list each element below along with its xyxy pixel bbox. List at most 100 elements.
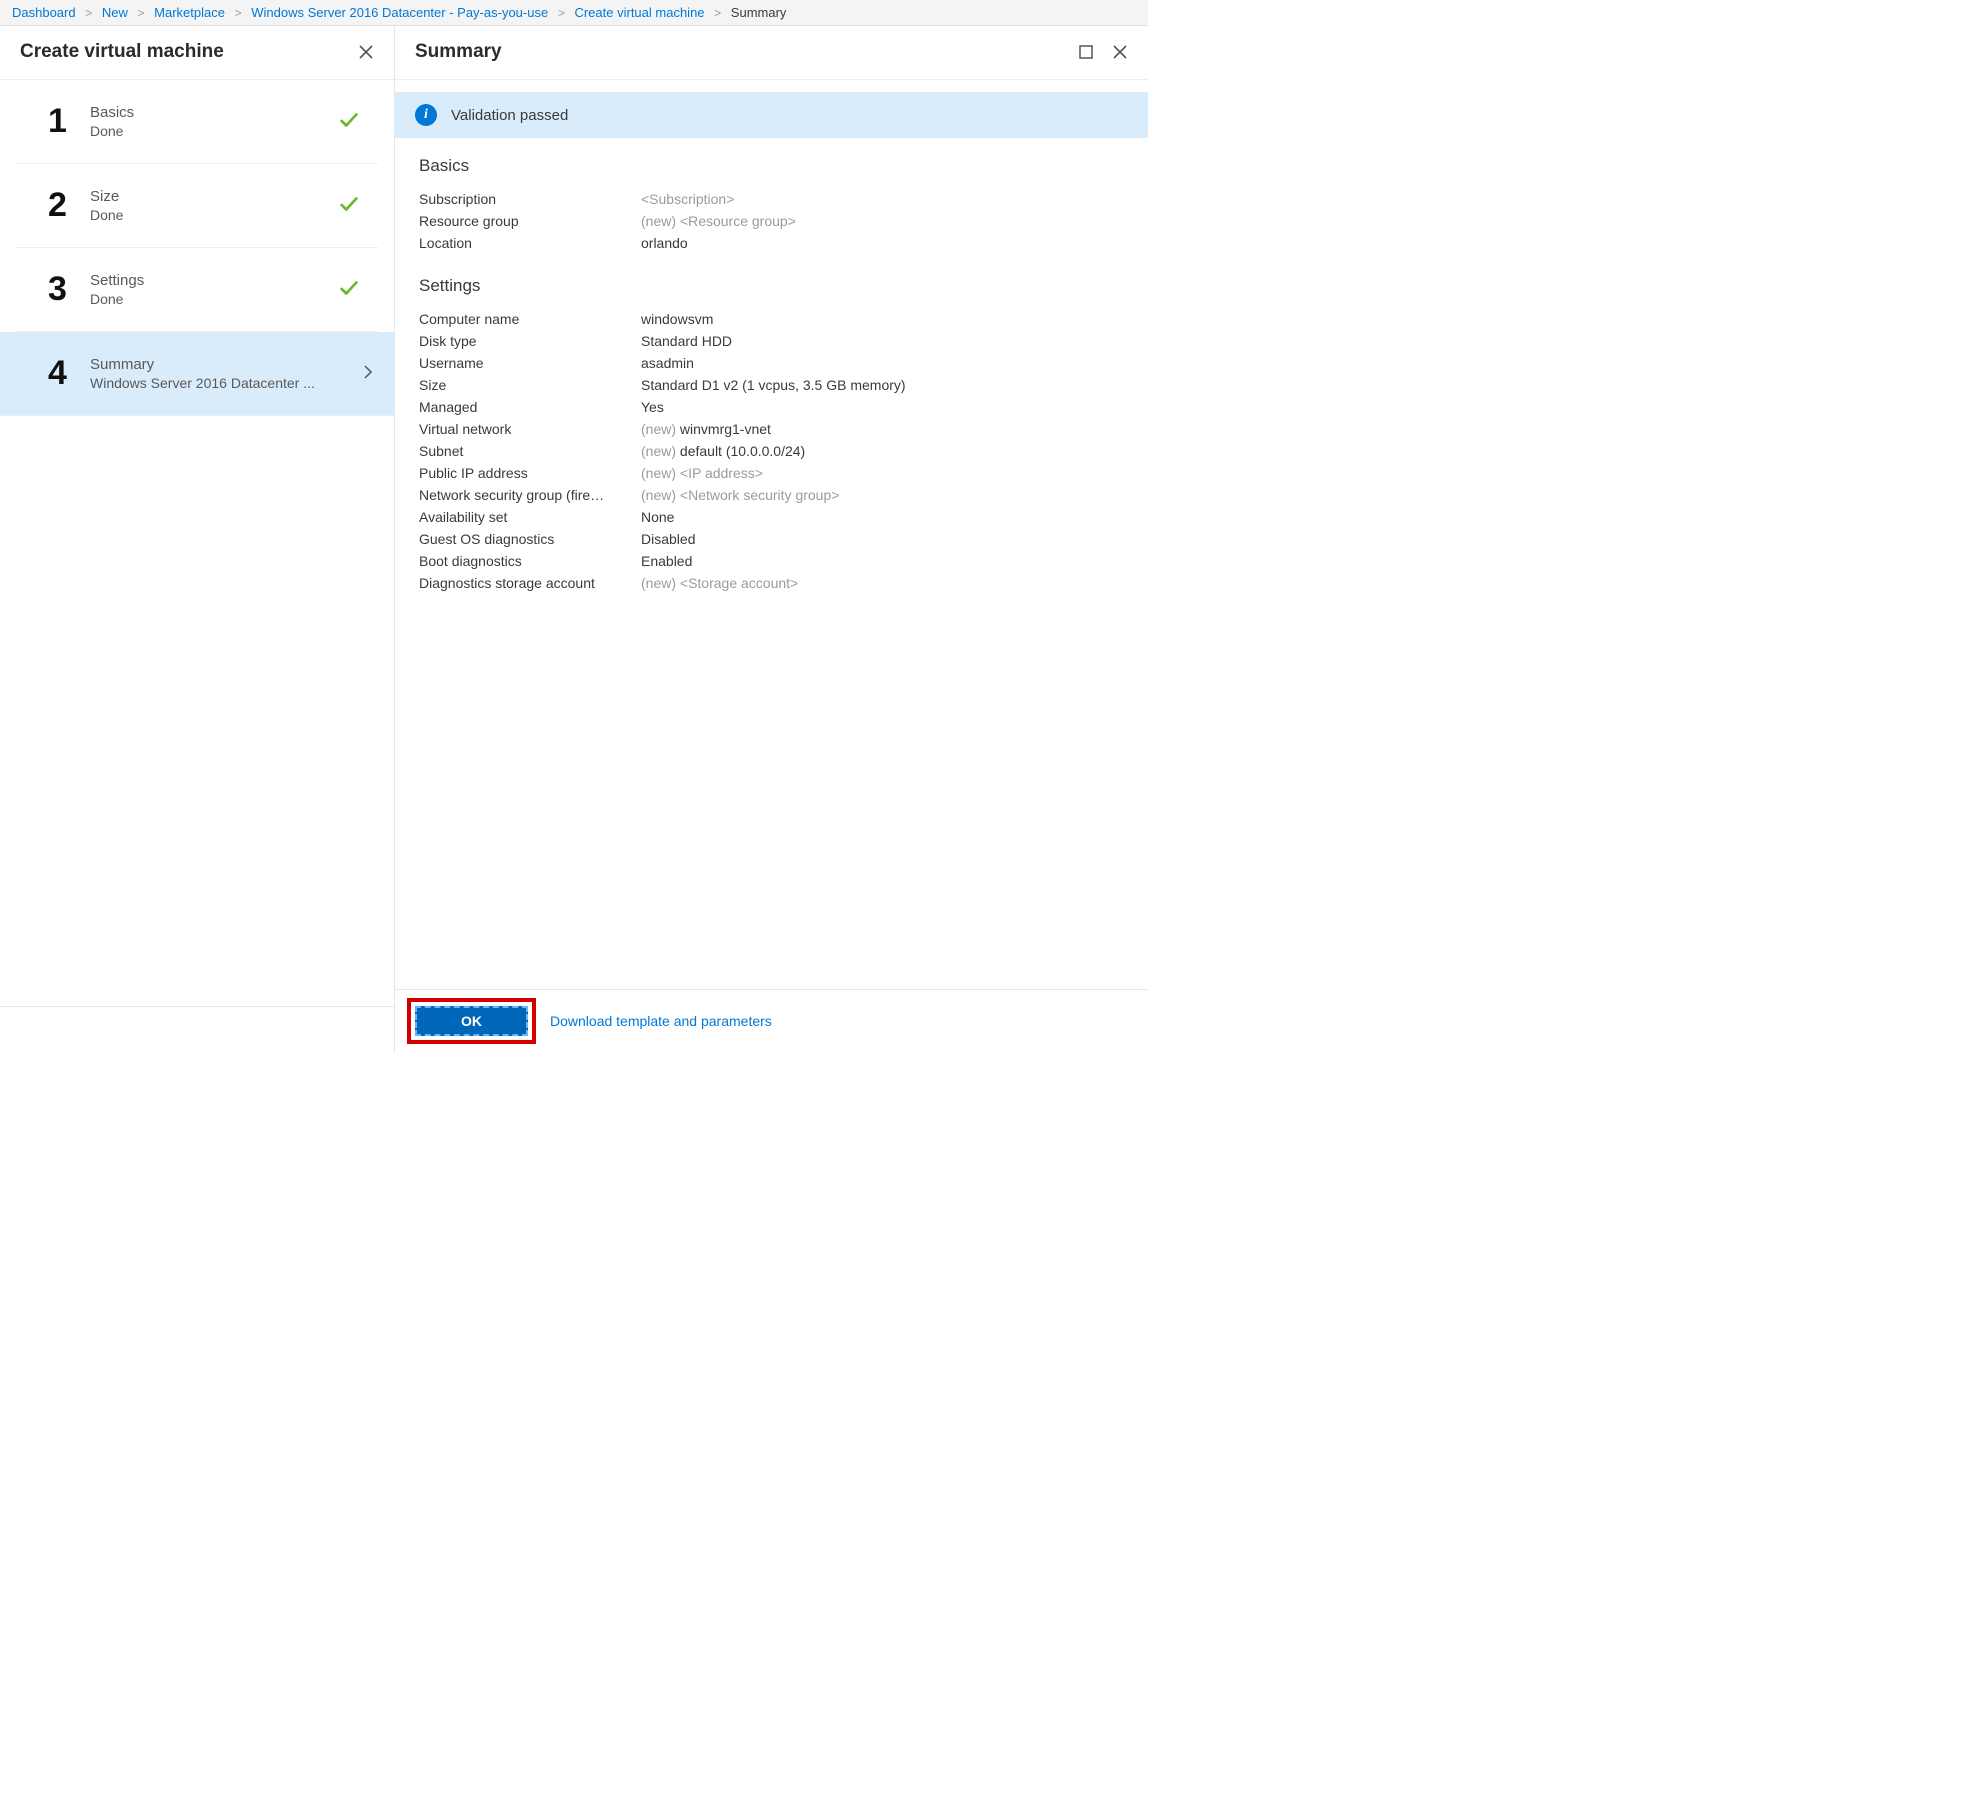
- summary-value: (new) <Resource group>: [641, 210, 796, 232]
- step-subtitle: Done: [90, 123, 338, 139]
- section-title: Settings: [419, 276, 1124, 296]
- wizard-title: Create virtual machine: [20, 41, 358, 63]
- summary-value: Disabled: [641, 528, 695, 550]
- summary-row: Disk typeStandard HDD: [419, 330, 1124, 352]
- summary-row: Diagnostics storage account(new) <Storag…: [419, 572, 1124, 594]
- summary-label: Availability set: [419, 506, 641, 528]
- step-number: 1: [48, 102, 90, 141]
- step-title: Summary: [90, 356, 360, 373]
- wizard-pane: Create virtual machine 1 Basics Done: [0, 26, 395, 1052]
- summary-value: (new) default (10.0.0.0/24): [641, 440, 805, 462]
- summary-value: windowsvm: [641, 308, 713, 330]
- ok-button-highlight: OK: [407, 998, 536, 1044]
- summary-label: Username: [419, 352, 641, 374]
- summary-row: ManagedYes: [419, 396, 1124, 418]
- summary-label: Diagnostics storage account: [419, 572, 641, 594]
- step-number: 3: [48, 270, 90, 309]
- summary-row: Usernameasadmin: [419, 352, 1124, 374]
- breadcrumb-sep: >: [714, 6, 721, 20]
- validation-banner: i Validation passed: [395, 92, 1148, 138]
- close-icon[interactable]: [1112, 44, 1128, 60]
- wizard-step-size[interactable]: 2 Size Done: [16, 164, 378, 248]
- summary-value: (new) <Network security group>: [641, 484, 839, 506]
- summary-footer: OK Download template and parameters: [395, 989, 1148, 1052]
- wizard-steps: 1 Basics Done 2 Size Done: [0, 80, 394, 416]
- summary-value: Standard D1 v2 (1 vcpus, 3.5 GB memory): [641, 374, 906, 396]
- summary-label: Guest OS diagnostics: [419, 528, 641, 550]
- summary-value: Enabled: [641, 550, 692, 572]
- step-number: 4: [48, 354, 90, 393]
- step-subtitle: Done: [90, 291, 338, 307]
- summary-row: Network security group (fire…(new) <Netw…: [419, 484, 1124, 506]
- summary-row: Locationorlando: [419, 232, 1124, 254]
- summary-row: Computer namewindowsvm: [419, 308, 1124, 330]
- section-title: Basics: [419, 156, 1124, 176]
- step-title: Basics: [90, 104, 338, 121]
- checkmark-icon: [338, 109, 360, 134]
- summary-label: Disk type: [419, 330, 641, 352]
- section-basics: Basics Subscription<Subscription>Resourc…: [395, 138, 1148, 258]
- breadcrumb: Dashboard > New > Marketplace > Windows …: [0, 0, 1148, 26]
- summary-value: <Subscription>: [641, 188, 734, 210]
- wizard-step-summary[interactable]: 4 Summary Windows Server 2016 Datacenter…: [0, 332, 394, 416]
- summary-label: Computer name: [419, 308, 641, 330]
- step-subtitle: Done: [90, 207, 338, 223]
- summary-value: (new) <IP address>: [641, 462, 763, 484]
- summary-row: Boot diagnosticsEnabled: [419, 550, 1124, 572]
- step-title: Settings: [90, 272, 338, 289]
- summary-value: (new) <Storage account>: [641, 572, 798, 594]
- summary-value: orlando: [641, 232, 688, 254]
- step-subtitle: Windows Server 2016 Datacenter ...: [90, 375, 330, 391]
- close-icon[interactable]: [358, 44, 374, 60]
- breadcrumb-sep: >: [138, 6, 145, 20]
- maximize-icon[interactable]: [1078, 44, 1094, 60]
- wizard-step-settings[interactable]: 3 Settings Done: [16, 248, 378, 332]
- summary-value: asadmin: [641, 352, 694, 374]
- download-template-link[interactable]: Download template and parameters: [550, 1013, 772, 1029]
- breadcrumb-item[interactable]: New: [102, 5, 128, 20]
- breadcrumb-item[interactable]: Dashboard: [12, 5, 76, 20]
- breadcrumb-item[interactable]: Windows Server 2016 Datacenter - Pay-as-…: [251, 5, 548, 20]
- validation-text: Validation passed: [451, 107, 568, 124]
- summary-label: Size: [419, 374, 641, 396]
- chevron-right-icon: [360, 364, 376, 383]
- summary-row: Public IP address(new) <IP address>: [419, 462, 1124, 484]
- breadcrumb-item[interactable]: Create virtual machine: [574, 5, 704, 20]
- checkmark-icon: [338, 277, 360, 302]
- summary-label: Public IP address: [419, 462, 641, 484]
- summary-pane: Summary i Validation passed Basics Subsc…: [395, 26, 1148, 1052]
- breadcrumb-current: Summary: [731, 5, 787, 20]
- section-settings: Settings Computer namewindowsvmDisk type…: [395, 258, 1148, 598]
- summary-label: Managed: [419, 396, 641, 418]
- breadcrumb-sep: >: [85, 6, 92, 20]
- summary-row: Virtual network(new) winvmrg1-vnet: [419, 418, 1124, 440]
- summary-row: Availability setNone: [419, 506, 1124, 528]
- summary-label: Boot diagnostics: [419, 550, 641, 572]
- wizard-footer: [0, 1006, 394, 1052]
- summary-value: Standard HDD: [641, 330, 732, 352]
- wizard-step-basics[interactable]: 1 Basics Done: [16, 80, 378, 164]
- breadcrumb-sep: >: [558, 6, 565, 20]
- breadcrumb-sep: >: [235, 6, 242, 20]
- summary-row: Guest OS diagnosticsDisabled: [419, 528, 1124, 550]
- summary-label: Resource group: [419, 210, 641, 232]
- step-title: Size: [90, 188, 338, 205]
- checkmark-icon: [338, 193, 360, 218]
- summary-row: Resource group(new) <Resource group>: [419, 210, 1124, 232]
- info-icon: i: [415, 104, 437, 126]
- breadcrumb-item[interactable]: Marketplace: [154, 5, 225, 20]
- summary-row: SizeStandard D1 v2 (1 vcpus, 3.5 GB memo…: [419, 374, 1124, 396]
- summary-row: Subscription<Subscription>: [419, 188, 1124, 210]
- summary-value: Yes: [641, 396, 664, 418]
- step-number: 2: [48, 186, 90, 225]
- summary-label: Virtual network: [419, 418, 641, 440]
- summary-row: Subnet(new) default (10.0.0.0/24): [419, 440, 1124, 462]
- summary-label: Subnet: [419, 440, 641, 462]
- summary-value: (new) winvmrg1-vnet: [641, 418, 771, 440]
- summary-label: Location: [419, 232, 641, 254]
- summary-value: None: [641, 506, 674, 528]
- summary-title: Summary: [415, 41, 1078, 63]
- summary-label: Subscription: [419, 188, 641, 210]
- summary-label: Network security group (fire…: [419, 484, 641, 506]
- ok-button[interactable]: OK: [415, 1006, 528, 1036]
